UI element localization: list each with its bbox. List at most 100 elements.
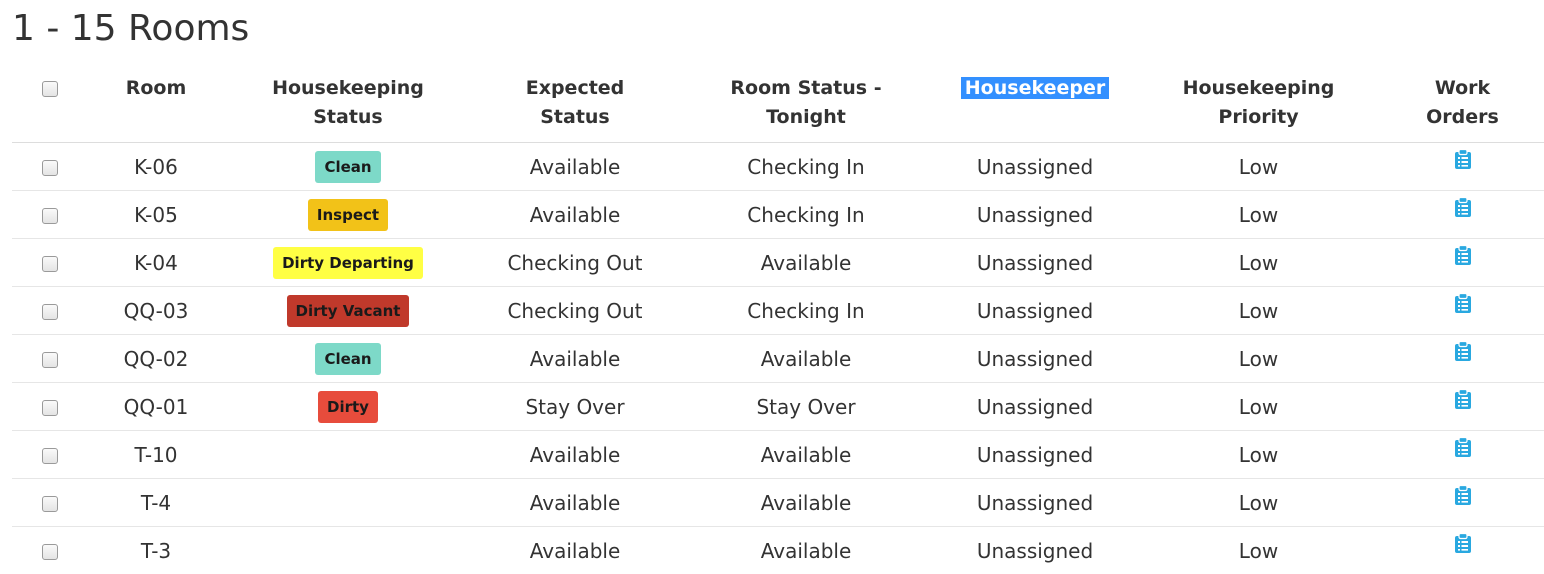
column-header-label: Room Status - <box>730 77 881 99</box>
room-number: K-04 <box>134 251 178 275</box>
priority-value[interactable]: Low <box>1239 155 1278 179</box>
column-header-work-orders[interactable]: Work Orders <box>1381 70 1544 143</box>
column-header-expected-status[interactable]: Expected Status <box>472 70 678 143</box>
housekeeping-status-badge[interactable]: Dirty Departing <box>273 247 423 279</box>
housekeeper-value[interactable]: Unassigned <box>977 299 1093 323</box>
housekeeper-value[interactable]: Unassigned <box>977 395 1093 419</box>
column-header-room[interactable]: Room <box>88 70 224 143</box>
clipboard-icon[interactable] <box>1454 485 1472 505</box>
housekeeping-status-cell <box>224 479 472 527</box>
priority-value[interactable]: Low <box>1239 299 1278 323</box>
housekeeping-status-badge[interactable]: Dirty Vacant <box>287 295 410 327</box>
housekeeper-cell: Unassigned <box>934 527 1136 574</box>
expected-status-cell: Checking Out <box>472 287 678 335</box>
clipboard-icon[interactable] <box>1454 245 1472 265</box>
row-select-checkbox[interactable] <box>42 352 58 368</box>
row-select-checkbox[interactable] <box>42 160 58 176</box>
housekeeper-cell: Unassigned <box>934 239 1136 287</box>
expected-status: Available <box>530 155 621 179</box>
row-select-checkbox[interactable] <box>42 496 58 512</box>
housekeeper-value[interactable]: Unassigned <box>977 155 1093 179</box>
priority-value[interactable]: Low <box>1239 395 1278 419</box>
column-header-label: Work <box>1435 77 1490 99</box>
housekeeper-value[interactable]: Unassigned <box>977 491 1093 515</box>
priority-value[interactable]: Low <box>1239 347 1278 371</box>
room-status-tonight: Available <box>761 347 852 371</box>
row-select-cell <box>12 287 88 335</box>
room-status-tonight: Available <box>761 491 852 515</box>
page-title: 1 - 15 Rooms <box>12 8 249 49</box>
column-header-room-status-tonight[interactable]: Room Status - Tonight <box>678 70 934 143</box>
expected-status: Available <box>530 539 621 563</box>
room-status-tonight-cell: Checking In <box>678 287 934 335</box>
expected-status-cell: Available <box>472 191 678 239</box>
row-select-cell <box>12 479 88 527</box>
row-select-checkbox[interactable] <box>42 400 58 416</box>
row-select-checkbox[interactable] <box>42 256 58 272</box>
select-all-header <box>12 70 88 143</box>
priority-value[interactable]: Low <box>1239 443 1278 467</box>
room-number: QQ-02 <box>124 347 189 371</box>
housekeeping-status-cell: Dirty <box>224 383 472 431</box>
priority-value[interactable]: Low <box>1239 539 1278 563</box>
room-number: T-4 <box>141 491 171 515</box>
row-select-cell <box>12 431 88 479</box>
priority-cell: Low <box>1136 431 1381 479</box>
work-orders-cell <box>1381 335 1544 383</box>
room-status-tonight-cell: Checking In <box>678 143 934 191</box>
housekeeping-status-badge[interactable]: Dirty <box>318 391 378 423</box>
housekeeper-cell: Unassigned <box>934 431 1136 479</box>
clipboard-icon[interactable] <box>1454 533 1472 553</box>
room-number: T-3 <box>141 539 171 563</box>
room-status-tonight: Checking In <box>747 299 864 323</box>
row-select-checkbox[interactable] <box>42 544 58 560</box>
housekeeper-value[interactable]: Unassigned <box>977 251 1093 275</box>
housekeeper-value[interactable]: Unassigned <box>977 443 1093 467</box>
work-orders-cell <box>1381 287 1544 335</box>
priority-value[interactable]: Low <box>1239 203 1278 227</box>
column-header-housekeeper[interactable]: Housekeeper <box>934 70 1136 143</box>
room-status-tonight: Available <box>761 539 852 563</box>
expected-status: Stay Over <box>525 395 624 419</box>
clipboard-icon[interactable] <box>1454 197 1472 217</box>
row-select-checkbox[interactable] <box>42 208 58 224</box>
row-select-cell <box>12 335 88 383</box>
housekeeper-cell: Unassigned <box>934 191 1136 239</box>
priority-value[interactable]: Low <box>1239 491 1278 515</box>
priority-cell: Low <box>1136 191 1381 239</box>
table-row: QQ-01 Dirty Stay Over Stay Over Unassigned Lo… <box>12 383 1544 431</box>
clipboard-icon[interactable] <box>1454 293 1472 313</box>
priority-cell: Low <box>1136 287 1381 335</box>
housekeeper-value[interactable]: Unassigned <box>977 347 1093 371</box>
room-cell: QQ-01 <box>88 383 224 431</box>
work-orders-cell <box>1381 143 1544 191</box>
clipboard-icon[interactable] <box>1454 437 1472 457</box>
column-header-housekeeping-status[interactable]: Housekeeping Status <box>224 70 472 143</box>
housekeeping-status-badge[interactable]: Inspect <box>308 199 388 231</box>
room-status-tonight-cell: Available <box>678 431 934 479</box>
work-orders-cell <box>1381 479 1544 527</box>
housekeeping-status-badge[interactable]: Clean <box>315 151 380 183</box>
clipboard-icon[interactable] <box>1454 389 1472 409</box>
housekeeping-status-cell <box>224 431 472 479</box>
housekeeping-status-badge[interactable]: Clean <box>315 343 380 375</box>
housekeeping-status-cell: Clean <box>224 143 472 191</box>
housekeeper-value[interactable]: Unassigned <box>977 203 1093 227</box>
room-status-tonight-cell: Stay Over <box>678 383 934 431</box>
select-all-checkbox[interactable] <box>42 81 58 97</box>
expected-status-cell: Available <box>472 479 678 527</box>
priority-value[interactable]: Low <box>1239 251 1278 275</box>
row-select-checkbox[interactable] <box>42 448 58 464</box>
expected-status: Available <box>530 443 621 467</box>
clipboard-icon[interactable] <box>1454 341 1472 361</box>
column-header-housekeeping-priority[interactable]: Housekeeping Priority <box>1136 70 1381 143</box>
table-row: QQ-03Dirty VacantChecking OutChecking In… <box>12 287 1544 335</box>
room-number: QQ-01 <box>124 395 189 419</box>
clipboard-icon[interactable] <box>1454 149 1472 169</box>
expected-status-cell: Available <box>472 527 678 574</box>
table-row: T-10AvailableAvailableUnassignedLow <box>12 431 1544 479</box>
column-header-label: Status <box>313 106 383 128</box>
row-select-checkbox[interactable] <box>42 304 58 320</box>
room-status-tonight-cell: Available <box>678 335 934 383</box>
housekeeper-value[interactable]: Unassigned <box>977 539 1093 563</box>
